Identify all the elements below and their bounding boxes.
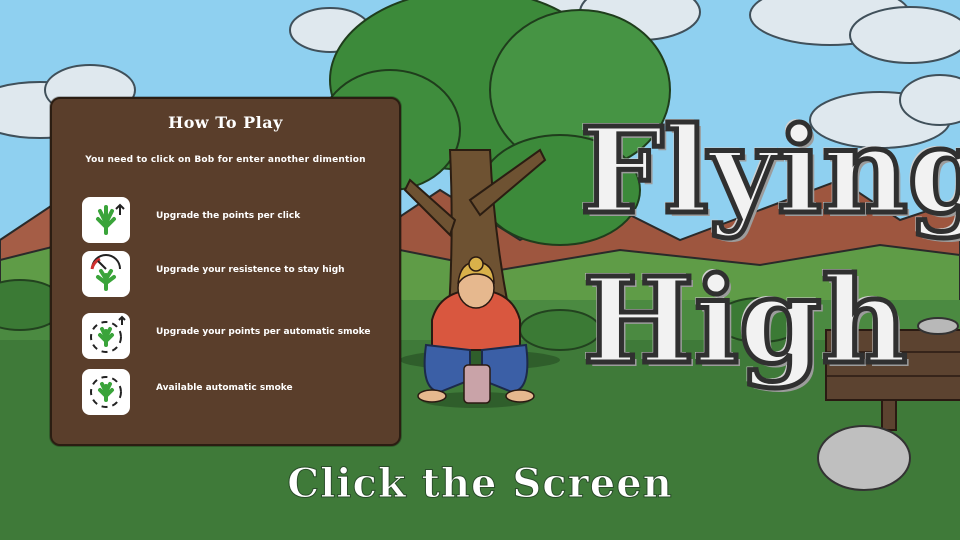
- logo-line-high: High: [580, 251, 910, 390]
- game-logo: Flying High: [578, 101, 960, 442]
- leaf-cycle-up-icon: [82, 313, 130, 359]
- how-to-play-panel: How To Play You need to click on Bob for…: [50, 97, 401, 446]
- instruction-text: Upgrade your points per automatic smoke: [156, 327, 371, 337]
- instruction-text: Upgrade your resistence to stay high: [156, 265, 345, 275]
- leaf-cycle-icon: [82, 369, 130, 415]
- instruction-row: Upgrade your resistence to stay high: [82, 251, 382, 301]
- click-screen-prompt[interactable]: Click the Screen: [0, 460, 960, 508]
- instruction-text: Upgrade the points per click: [156, 211, 301, 221]
- logo-line-flying: Flying: [578, 101, 960, 240]
- instruction-text: Available automatic smoke: [156, 383, 293, 393]
- how-to-play-subtitle: You need to click on Bob for enter anoth…: [85, 155, 366, 165]
- instruction-row: Upgrade the points per click: [82, 197, 382, 247]
- instruction-row: Upgrade your points per automatic smoke: [82, 313, 382, 363]
- leaf-gauge-icon: [82, 251, 130, 297]
- leaf-up-arrow-icon: [82, 197, 130, 243]
- how-to-play-title: How To Play: [168, 113, 283, 132]
- instruction-row: Available automatic smoke: [82, 369, 382, 419]
